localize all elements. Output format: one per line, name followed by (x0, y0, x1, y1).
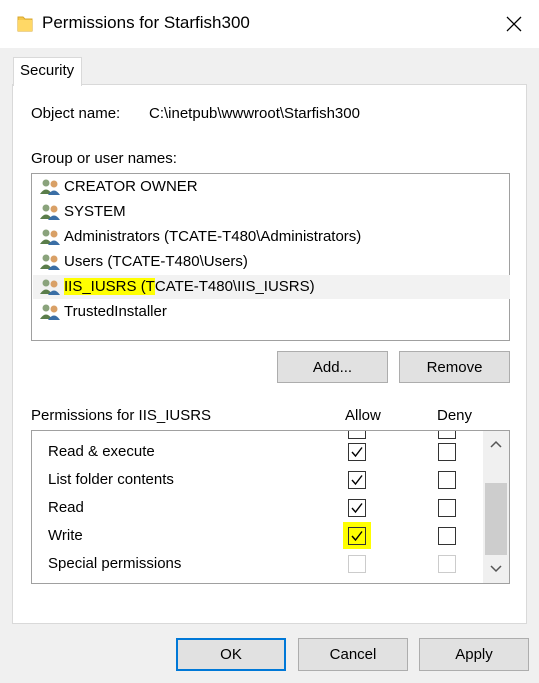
cancel-button[interactable]: Cancel (298, 638, 408, 671)
user-item-creator-owner[interactable]: CREATOR OWNER (33, 175, 510, 199)
scroll-down-button[interactable] (483, 558, 509, 580)
user-item-system[interactable]: SYSTEM (33, 200, 510, 224)
users-icon (39, 228, 60, 246)
users-icon (39, 203, 60, 221)
object-name-label: Object name: (31, 105, 121, 122)
deny-checkbox-hidden (438, 431, 456, 439)
permission-row-read-execute: Read & execute (48, 443, 155, 467)
window-title: Permissions for Starfish300 (42, 13, 250, 32)
user-item-administrators[interactable]: Administrators (TCATE-T480\Administrator… (33, 225, 510, 249)
permission-label: List folder contents (48, 471, 174, 488)
checkmark-icon (351, 475, 363, 486)
permission-row-read: Read (48, 499, 84, 523)
allow-checkbox-special (348, 555, 366, 573)
deny-checkbox-list-folder-contents[interactable] (438, 471, 456, 489)
user-item-users[interactable]: Users (TCATE-T480\Users) (33, 250, 510, 274)
checkmark-icon (351, 531, 363, 542)
allow-checkbox-list-folder-contents[interactable] (348, 471, 366, 489)
user-item-label: SYSTEM (64, 203, 126, 220)
close-button[interactable] (496, 8, 532, 40)
scroll-up-button[interactable] (483, 433, 509, 455)
chevron-up-icon (490, 440, 502, 448)
close-icon (506, 16, 522, 32)
deny-checkbox-read-execute[interactable] (438, 443, 456, 461)
allow-checkbox-hidden (348, 431, 366, 439)
user-item-iis-iusrs[interactable]: IIS_IUSRS (TCATE-T480\IIS_IUSRS) (33, 275, 510, 299)
user-item-label: TrustedInstaller (64, 303, 167, 320)
checkmark-icon (351, 447, 363, 458)
users-icon (39, 253, 60, 271)
users-icon (39, 178, 60, 196)
group-user-names-label: Group or user names: (31, 150, 177, 167)
user-list[interactable]: CREATOR OWNER SYSTEM Administrators (TCA… (31, 173, 510, 341)
deny-checkbox-write[interactable] (438, 527, 456, 545)
permission-label: Read (48, 499, 84, 516)
users-icon (39, 278, 60, 296)
allow-checkbox-read[interactable] (348, 499, 366, 517)
scrollbar-thumb[interactable] (485, 483, 507, 555)
permission-label: Read & execute (48, 443, 155, 460)
folder-icon (17, 14, 33, 32)
deny-checkbox-read[interactable] (438, 499, 456, 517)
user-item-label: CREATOR OWNER (64, 178, 198, 195)
permission-label: Special permissions (48, 555, 182, 572)
permission-row-list-folder-contents: List folder contents (48, 471, 174, 495)
chevron-down-icon (490, 565, 502, 573)
ok-button[interactable]: OK (176, 638, 286, 671)
user-item-label: Users (TCATE-T480\Users) (64, 253, 248, 270)
allow-header: Allow (345, 407, 381, 424)
object-name-value: C:\inetpub\wwwroot\Starfish300 (149, 105, 360, 122)
permission-row-special: Special permissions (48, 555, 181, 579)
tab-security[interactable]: Security (13, 57, 82, 86)
user-item-label-rest: CATE-T480\IIS_IUSRS) (154, 278, 315, 295)
checkmark-icon (351, 503, 363, 514)
allow-checkbox-write[interactable] (348, 527, 366, 545)
user-item-trustedinstaller[interactable]: TrustedInstaller (33, 300, 510, 324)
highlighted-text: IIS_IUSRS (T (64, 278, 155, 295)
allow-checkbox-read-execute[interactable] (348, 443, 366, 461)
permission-label: Write (48, 527, 83, 544)
user-item-label: Administrators (TCATE-T480\Administrator… (64, 228, 362, 245)
deny-checkbox-special (438, 555, 456, 573)
permissions-list: Read & execute List folder contents Read… (31, 430, 510, 584)
deny-header: Deny (437, 407, 473, 424)
add-button[interactable]: Add... (277, 351, 388, 383)
permissions-label: Permissions for IIS_IUSRS (31, 407, 212, 424)
users-icon (39, 303, 60, 321)
remove-button[interactable]: Remove (399, 351, 510, 383)
apply-button[interactable]: Apply (419, 638, 529, 671)
user-item-label: IIS_IUSRS (TCATE-T480\IIS_IUSRS) (64, 278, 315, 295)
permission-row-write: Write (48, 527, 83, 551)
